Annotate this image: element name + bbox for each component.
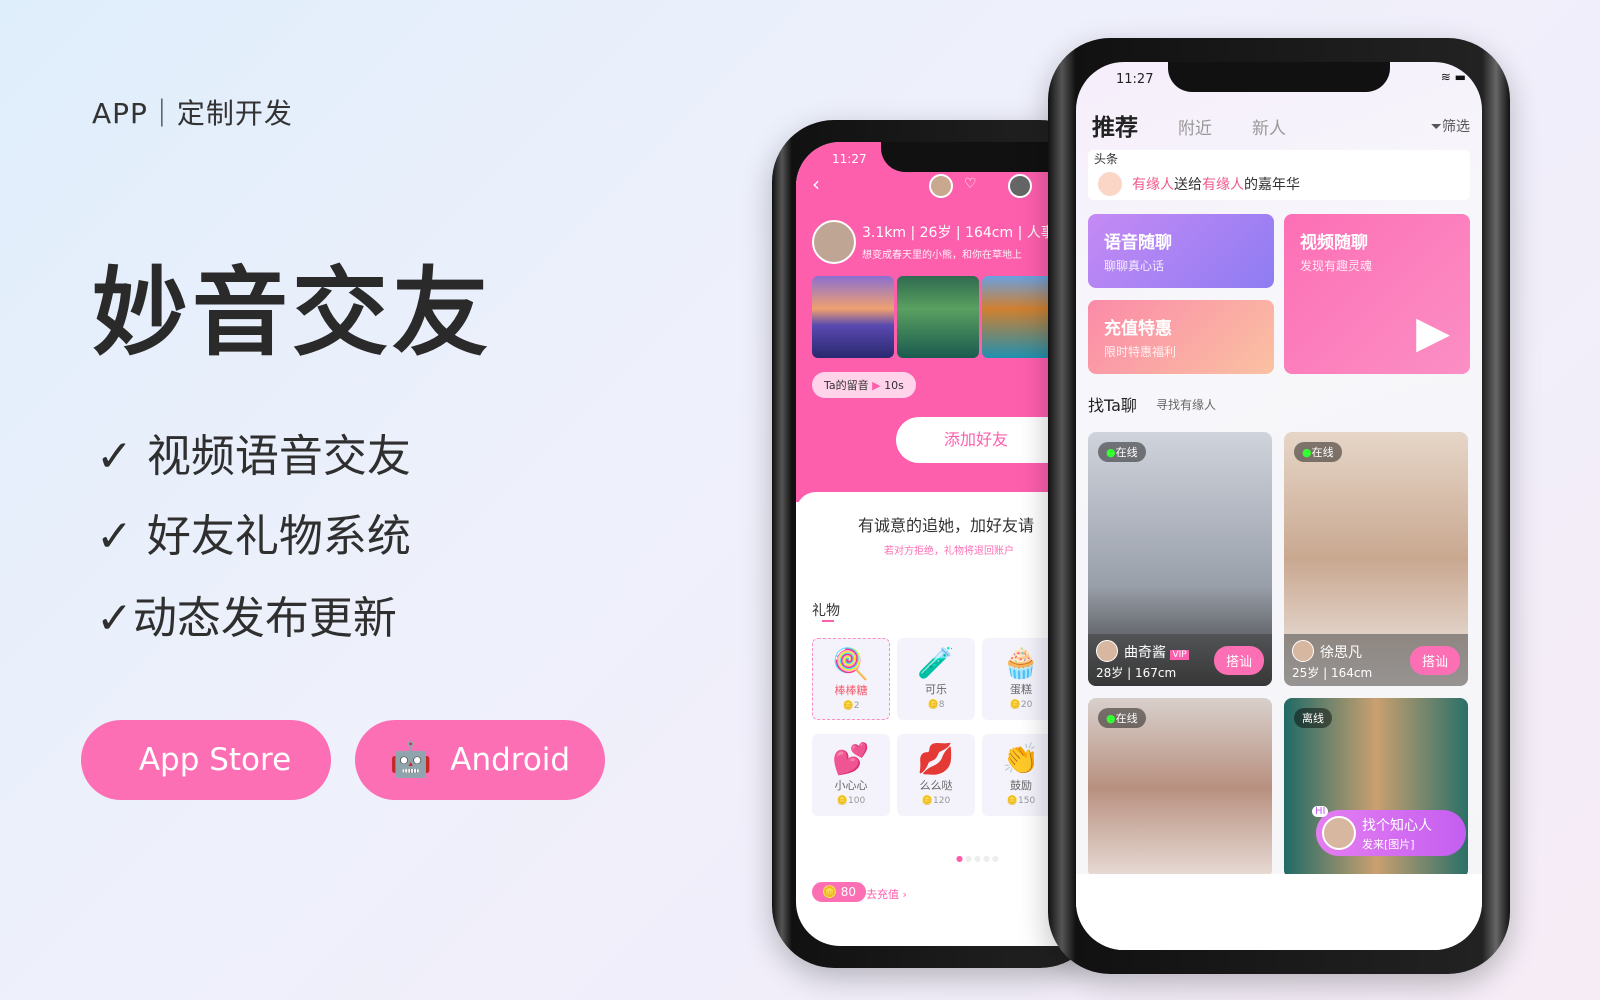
profile-avatar [812, 220, 856, 264]
photo[interactable] [812, 276, 894, 358]
vip-badge: VIP [1170, 650, 1189, 660]
app-title: 妙音交友 [92, 257, 492, 369]
gift-icon: 🧪 [917, 646, 955, 681]
balance-badge: 🪙 80 [812, 882, 867, 902]
message-popup[interactable]: HI 找个知心人 发来[图片] [1312, 806, 1466, 856]
feature-video: ✓ 视频语音交友 [96, 431, 411, 482]
status-badge: ●在线 [1098, 442, 1146, 462]
android-icon: 🤖 [389, 740, 433, 780]
photo[interactable] [897, 276, 979, 358]
play-icon: ▶ [1416, 307, 1450, 358]
voice-chat-card[interactable]: 语音随聊 聊聊真心话 [1088, 214, 1274, 288]
filter-icon: ⏷ [1430, 119, 1442, 135]
status-time: 11:27 [832, 152, 867, 166]
video-chat-card[interactable]: 视频随聊 发现有趣灵魂 ▶ [1284, 214, 1470, 374]
avatar [929, 174, 953, 198]
wifi-battery-icon: ≋ ▬ [1440, 70, 1466, 84]
promo-tag: APP｜定制开发 [92, 97, 293, 130]
front-phone: 11:27 ≋ ▬ 推荐 附近 新人 ⏷筛选 头条 有缘人送给有缘人的嘉年华 语… [1048, 38, 1510, 974]
avatar [1008, 174, 1032, 198]
status-badge: ●在线 [1098, 708, 1146, 728]
feature-gift: ✓ 好友礼物系统 [96, 511, 411, 562]
avatar [1292, 640, 1314, 662]
recharge-link[interactable]: 去充值 › [866, 886, 907, 902]
person-card[interactable]: ●在线 [1088, 698, 1272, 878]
play-icon: ▶ [872, 379, 881, 392]
tab-recommend[interactable]: 推荐 [1092, 108, 1138, 142]
gift-icon: 💕 [832, 742, 870, 777]
heart-icon: ♡ [964, 176, 977, 192]
person-card[interactable]: ●在线 曲奇酱 VIP 28岁 | 167cm 搭讪 [1088, 432, 1272, 686]
status-badge: 离线 [1294, 708, 1332, 728]
voice-message[interactable]: Ta的留音 ▶ 10s [812, 372, 916, 398]
gift-item[interactable]: 💕 小心心 🪙100 [812, 734, 890, 816]
page-dots: ●●●●● [956, 854, 1001, 863]
greet-button[interactable]: 搭讪 [1409, 646, 1460, 675]
status-badge: ●在线 [1294, 442, 1342, 462]
gift-icon: 💋 [917, 742, 955, 777]
refund-note: 若对方拒绝，礼物将退回账户 [884, 546, 1014, 557]
gift-item[interactable]: 🍭 棒棒糖 🪙2 [812, 638, 890, 720]
gift-icon: 🍭 [832, 647, 870, 682]
back-icon[interactable]: ‹ [812, 172, 820, 196]
gift-item[interactable]: 💋 么么哒 🪙120 [897, 734, 975, 816]
avatar [1098, 172, 1122, 196]
avatar [1322, 816, 1356, 850]
gift-item[interactable]: 🧪 可乐 🪙8 [897, 638, 975, 720]
greet-button[interactable]: 搭讪 [1213, 646, 1264, 675]
sincere-text: 有诚意的追她，加好友请 [858, 516, 1035, 535]
app-store-button[interactable]: App Store [81, 720, 331, 800]
section-subtitle: 寻找有缘人 [1156, 398, 1217, 412]
status-time: 11:27 [1116, 72, 1154, 87]
feature-posts: ✓动态发布更新 [96, 593, 397, 644]
tab-nearby[interactable]: 附近 [1178, 114, 1212, 139]
avatar [1096, 640, 1118, 662]
recharge-card[interactable]: 充值特惠 限时特惠福利 [1088, 300, 1274, 374]
tab-new[interactable]: 新人 [1252, 114, 1286, 139]
headline-bar[interactable]: 头条 有缘人送给有缘人的嘉年华 [1088, 150, 1470, 200]
android-button[interactable]: 🤖 Android [355, 720, 605, 800]
filter-button[interactable]: ⏷筛选 [1431, 116, 1470, 136]
profile-bio: 想变成春天里的小熊，和你在草地上 [862, 250, 1022, 261]
section-title: 找Ta聊 [1088, 396, 1137, 415]
person-card[interactable]: ●在线 徐思凡 25岁 | 164cm 搭讪 [1284, 432, 1468, 686]
profile-info: 3.1km | 26岁 | 164cm | 人事 [862, 225, 1055, 241]
gifts-title: 礼物 [812, 603, 840, 619]
